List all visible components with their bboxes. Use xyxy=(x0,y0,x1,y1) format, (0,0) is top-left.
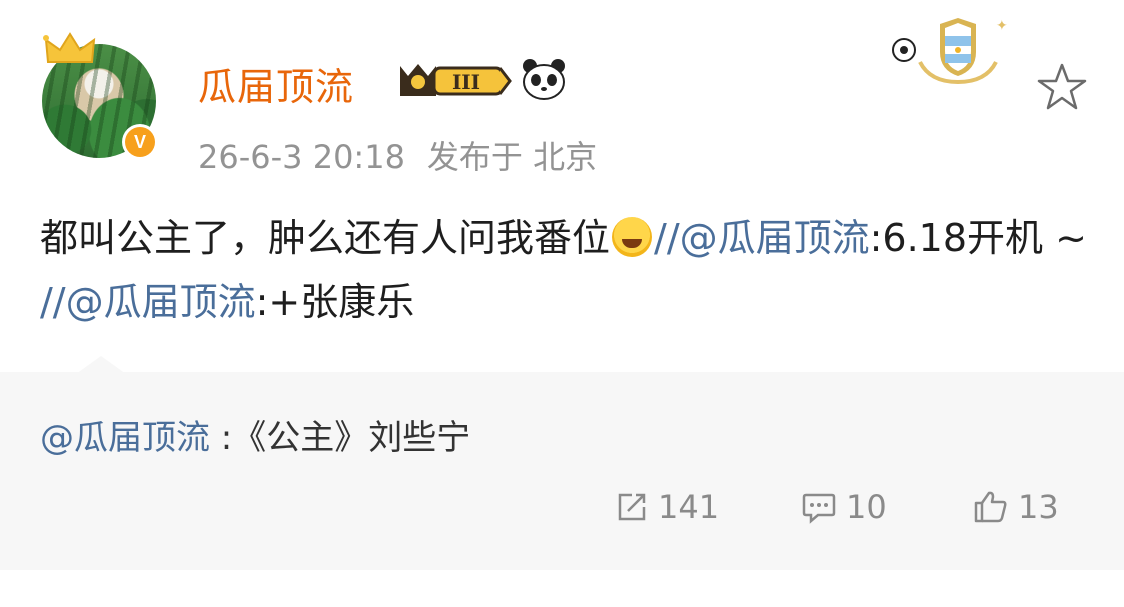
crown-icon xyxy=(43,32,96,63)
rank-badge-label: III xyxy=(452,70,480,94)
avatar[interactable]: V xyxy=(42,28,162,160)
username[interactable]: 瓜届顶流 xyxy=(198,56,354,111)
post-text-body-2: :6.18开机 ~ xyxy=(869,216,1087,260)
repost-text-body: :《公主》刘些宁 xyxy=(210,418,471,458)
comment-icon xyxy=(802,493,836,524)
verified-v-icon: V xyxy=(125,127,155,157)
svg-text:✦: ✦ xyxy=(996,18,1008,34)
bottom-divider xyxy=(0,570,1124,607)
thumbs-up-icon xyxy=(974,491,1007,523)
repost-card[interactable] xyxy=(0,372,1124,570)
post-location: 发布于 北京 xyxy=(426,138,598,176)
post-text-body: 都叫公主了，肿么还有人问我番位 xyxy=(40,216,611,260)
comment-button[interactable]: 10 xyxy=(800,488,887,526)
like-count: 13 xyxy=(1018,488,1059,526)
share-icon xyxy=(618,493,646,521)
repost-notch xyxy=(76,356,126,374)
mention-link-2[interactable]: //@瓜届顶流 xyxy=(40,280,256,324)
post-time: 26-6-3 20:18 xyxy=(198,138,405,176)
mention-link-1[interactable]: //@瓜届顶流 xyxy=(654,216,870,260)
post-text-body-3: :+张康乐 xyxy=(255,280,415,324)
laugh-cry-emoji-icon xyxy=(612,217,653,257)
share-count: 141 xyxy=(658,488,720,526)
share-button[interactable]: 141 xyxy=(614,488,719,526)
favorite-star-icon[interactable] xyxy=(1036,62,1088,112)
repost-text: @瓜届顶流 :《公主》刘些宁 xyxy=(40,410,470,459)
post-text: 都叫公主了，肿么还有人问我番位//@瓜届顶流:6.18开机 ~ //@瓜届顶流:… xyxy=(40,206,1100,334)
repost-mention-link[interactable]: @瓜届顶流 xyxy=(40,418,210,458)
comment-count: 10 xyxy=(846,488,887,526)
like-button[interactable]: 13 xyxy=(972,488,1059,526)
argentina-medal-icon: ✦ xyxy=(892,18,1008,85)
rank-badge-icon: III xyxy=(400,64,512,96)
panda-icon xyxy=(523,59,565,100)
verified-v-badge: V xyxy=(122,124,158,160)
post-meta: 26-6-3 20:18 发布于 北京 xyxy=(198,132,619,178)
